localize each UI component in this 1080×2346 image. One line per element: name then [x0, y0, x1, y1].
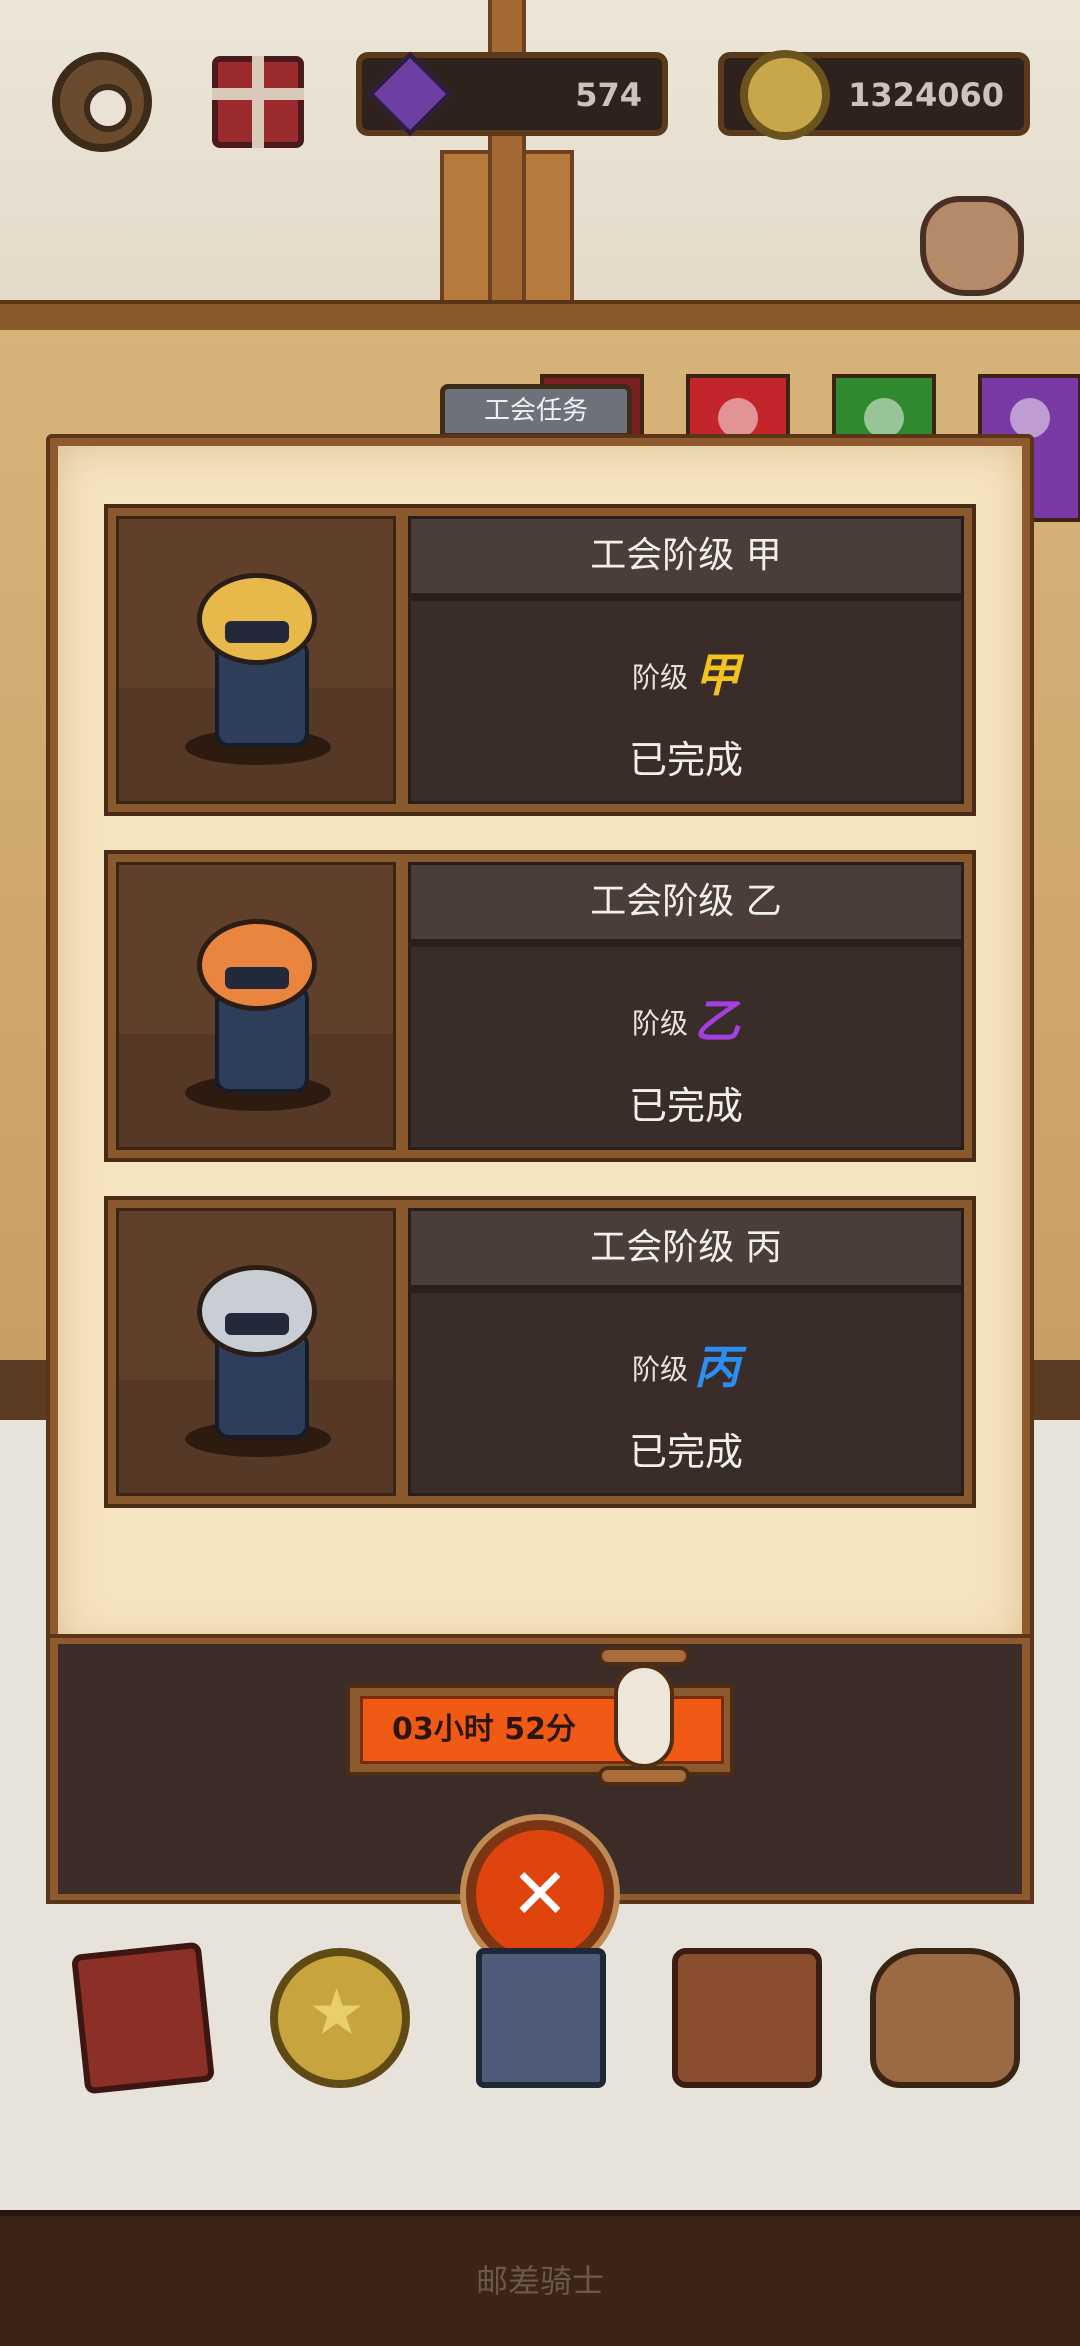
- character-mask: [225, 621, 289, 643]
- backpack-icon[interactable]: [672, 1948, 822, 2088]
- hourglass-top-cap: [598, 1646, 690, 1666]
- loot-sack-icon[interactable]: [920, 196, 1024, 296]
- rank-status: 已完成: [628, 1430, 743, 1474]
- grade-value: 乙: [694, 994, 740, 1048]
- grade-label: 阶级: [631, 1353, 688, 1386]
- rank-info: 工会阶级 乙 阶级乙 已完成: [408, 862, 964, 1150]
- rank-title: 工会阶级 乙: [411, 865, 961, 947]
- grade-value: 甲: [694, 648, 740, 702]
- coin-count: 1324060: [848, 76, 1004, 114]
- book-icon[interactable]: [71, 1941, 215, 2095]
- grade-value: 丙: [694, 1340, 740, 1394]
- character-mask: [225, 967, 289, 989]
- card-deck-icon[interactable]: [476, 1948, 606, 2088]
- medal-icon[interactable]: [270, 1948, 410, 2088]
- hourglass-glass: [614, 1664, 674, 1768]
- rank-card-2[interactable]: 工会阶级 乙 阶级乙 已完成: [104, 850, 976, 1162]
- character-portrait: [116, 1208, 396, 1496]
- pillar: [488, 0, 526, 310]
- coin-icon: [740, 50, 830, 140]
- character-mask: [225, 1313, 289, 1335]
- hourglass-bottom-cap: [598, 1766, 690, 1786]
- treasure-sack-icon[interactable]: [870, 1948, 1020, 2088]
- rank-info: 工会阶级 甲 阶级甲 已完成: [408, 516, 964, 804]
- timer-text: 03小时 52分: [392, 1712, 576, 1747]
- settings-gear-icon[interactable]: [52, 52, 152, 152]
- grade-line: 阶级丙: [411, 1331, 961, 1397]
- hourglass-icon: [598, 1646, 690, 1786]
- grade-label: 阶级: [631, 1007, 688, 1040]
- close-button[interactable]: ✕: [466, 1820, 614, 1968]
- character-portrait: [116, 516, 396, 804]
- rank-title: 工会阶级 甲: [411, 519, 961, 601]
- bottom-title: 邮差骑士: [475, 2262, 604, 2300]
- gift-icon[interactable]: [212, 56, 304, 148]
- tab-guild-quest[interactable]: 工会任务: [440, 384, 632, 438]
- character-helmet: [197, 1265, 317, 1357]
- rank-info: 工会阶级 丙 阶级丙 已完成: [408, 1208, 964, 1496]
- grade-line: 阶级甲: [411, 639, 961, 705]
- grade-line: 阶级乙: [411, 985, 961, 1051]
- rank-card-1[interactable]: 工会阶级 甲 阶级甲 已完成: [104, 504, 976, 816]
- character-helmet: [197, 573, 317, 665]
- rank-card-3[interactable]: 工会阶级 丙 阶级丙 已完成: [104, 1196, 976, 1508]
- character-helmet: [197, 919, 317, 1011]
- rank-title: 工会阶级 丙: [411, 1211, 961, 1293]
- character-portrait: [116, 862, 396, 1150]
- rank-status: 已完成: [628, 1084, 743, 1128]
- gem-count: 574: [575, 76, 642, 114]
- grade-label: 阶级: [631, 661, 688, 694]
- rank-status: 已完成: [628, 738, 743, 782]
